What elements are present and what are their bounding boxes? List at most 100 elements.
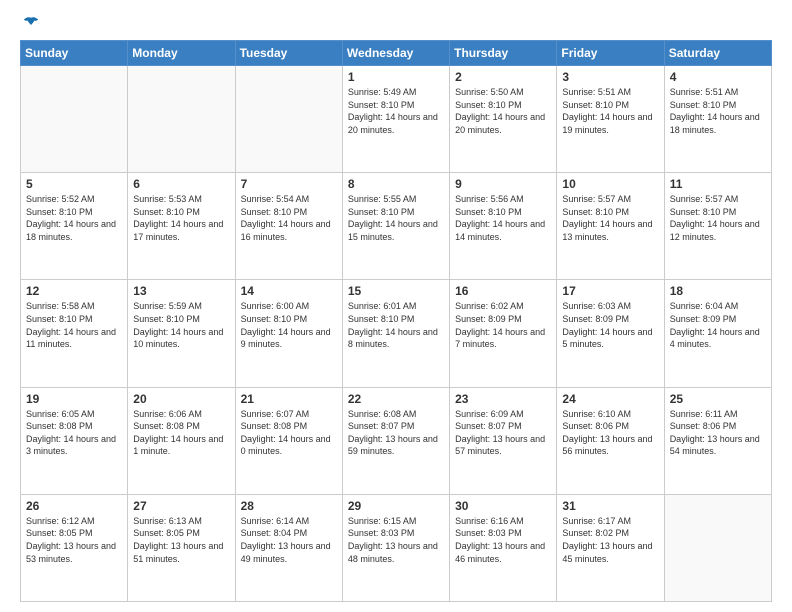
day-number: 29	[348, 499, 444, 513]
day-number: 12	[26, 284, 122, 298]
page: SundayMondayTuesdayWednesdayThursdayFrid…	[0, 0, 792, 612]
day-info: Sunrise: 5:54 AM Sunset: 8:10 PM Dayligh…	[241, 193, 337, 243]
day-number: 27	[133, 499, 229, 513]
day-number: 22	[348, 392, 444, 406]
day-info: Sunrise: 5:53 AM Sunset: 8:10 PM Dayligh…	[133, 193, 229, 243]
day-info: Sunrise: 5:50 AM Sunset: 8:10 PM Dayligh…	[455, 86, 551, 136]
day-info: Sunrise: 5:51 AM Sunset: 8:10 PM Dayligh…	[562, 86, 658, 136]
calendar-cell: 17Sunrise: 6:03 AM Sunset: 8:09 PM Dayli…	[557, 280, 664, 387]
week-row-4: 19 Sunrise: 6:05 AM Sunset: 8:08 PM Dayli…	[21, 387, 772, 494]
day-number: 14	[241, 284, 337, 298]
day-info: Sunrise: 6:05 AM Sunset: 8:08 PM Dayligh…	[26, 408, 122, 458]
weekday-header-row: SundayMondayTuesdayWednesdayThursdayFrid…	[21, 41, 772, 66]
week-row-1: 1Sunrise: 5:49 AM Sunset: 8:10 PM Daylig…	[21, 66, 772, 173]
calendar-cell: 14 Sunrise: 6:00 AM Sunset: 8:10 PM Dayli…	[235, 280, 342, 387]
calendar-cell: 11 Sunrise: 5:57 AM Sunset: 8:10 PM Dayli…	[664, 173, 771, 280]
weekday-header-thursday: Thursday	[450, 41, 557, 66]
day-number: 23	[455, 392, 551, 406]
calendar-cell: 19 Sunrise: 6:05 AM Sunset: 8:08 PM Dayli…	[21, 387, 128, 494]
calendar-cell: 22Sunrise: 6:08 AM Sunset: 8:07 PM Dayli…	[342, 387, 449, 494]
day-info: Sunrise: 6:06 AM Sunset: 8:08 PM Dayligh…	[133, 408, 229, 458]
day-info: Sunrise: 6:04 AM Sunset: 8:09 PM Dayligh…	[670, 300, 766, 350]
calendar-cell: 7 Sunrise: 5:54 AM Sunset: 8:10 PM Daylig…	[235, 173, 342, 280]
day-number: 5	[26, 177, 122, 191]
calendar-cell: 16 Sunrise: 6:02 AM Sunset: 8:09 PM Dayli…	[450, 280, 557, 387]
day-number: 31	[562, 499, 658, 513]
day-number: 15	[348, 284, 444, 298]
calendar-cell: 15 Sunrise: 6:01 AM Sunset: 8:10 PM Dayli…	[342, 280, 449, 387]
day-number: 19	[26, 392, 122, 406]
calendar-cell: 3 Sunrise: 5:51 AM Sunset: 8:10 PM Daylig…	[557, 66, 664, 173]
day-info: Sunrise: 6:17 AM Sunset: 8:02 PM Dayligh…	[562, 515, 658, 565]
calendar-cell: 20Sunrise: 6:06 AM Sunset: 8:08 PM Dayli…	[128, 387, 235, 494]
calendar-cell: 29Sunrise: 6:15 AM Sunset: 8:03 PM Dayli…	[342, 494, 449, 601]
day-info: Sunrise: 6:00 AM Sunset: 8:10 PM Dayligh…	[241, 300, 337, 350]
day-info: Sunrise: 5:57 AM Sunset: 8:10 PM Dayligh…	[562, 193, 658, 243]
day-info: Sunrise: 5:58 AM Sunset: 8:10 PM Dayligh…	[26, 300, 122, 350]
day-info: Sunrise: 5:57 AM Sunset: 8:10 PM Dayligh…	[670, 193, 766, 243]
day-number: 21	[241, 392, 337, 406]
day-info: Sunrise: 6:02 AM Sunset: 8:09 PM Dayligh…	[455, 300, 551, 350]
day-number: 2	[455, 70, 551, 84]
day-info: Sunrise: 5:59 AM Sunset: 8:10 PM Dayligh…	[133, 300, 229, 350]
day-info: Sunrise: 6:16 AM Sunset: 8:03 PM Dayligh…	[455, 515, 551, 565]
day-info: Sunrise: 6:01 AM Sunset: 8:10 PM Dayligh…	[348, 300, 444, 350]
day-number: 30	[455, 499, 551, 513]
day-info: Sunrise: 5:51 AM Sunset: 8:10 PM Dayligh…	[670, 86, 766, 136]
calendar-cell: 6 Sunrise: 5:53 AM Sunset: 8:10 PM Daylig…	[128, 173, 235, 280]
day-number: 26	[26, 499, 122, 513]
day-info: Sunrise: 5:56 AM Sunset: 8:10 PM Dayligh…	[455, 193, 551, 243]
day-number: 6	[133, 177, 229, 191]
day-info: Sunrise: 6:11 AM Sunset: 8:06 PM Dayligh…	[670, 408, 766, 458]
day-number: 24	[562, 392, 658, 406]
day-info: Sunrise: 5:55 AM Sunset: 8:10 PM Dayligh…	[348, 193, 444, 243]
calendar-cell: 25Sunrise: 6:11 AM Sunset: 8:06 PM Dayli…	[664, 387, 771, 494]
weekday-header-tuesday: Tuesday	[235, 41, 342, 66]
day-number: 4	[670, 70, 766, 84]
day-number: 8	[348, 177, 444, 191]
calendar-cell: 5 Sunrise: 5:52 AM Sunset: 8:10 PM Daylig…	[21, 173, 128, 280]
day-number: 28	[241, 499, 337, 513]
day-number: 3	[562, 70, 658, 84]
day-info: Sunrise: 6:07 AM Sunset: 8:08 PM Dayligh…	[241, 408, 337, 458]
calendar-cell: 9 Sunrise: 5:56 AM Sunset: 8:10 PM Daylig…	[450, 173, 557, 280]
day-info: Sunrise: 6:12 AM Sunset: 8:05 PM Dayligh…	[26, 515, 122, 565]
day-info: Sunrise: 5:52 AM Sunset: 8:10 PM Dayligh…	[26, 193, 122, 243]
calendar-cell	[21, 66, 128, 173]
calendar-cell	[128, 66, 235, 173]
logo-text	[20, 16, 40, 34]
weekday-header-wednesday: Wednesday	[342, 41, 449, 66]
day-info: Sunrise: 6:13 AM Sunset: 8:05 PM Dayligh…	[133, 515, 229, 565]
day-info: Sunrise: 6:10 AM Sunset: 8:06 PM Dayligh…	[562, 408, 658, 458]
day-number: 9	[455, 177, 551, 191]
calendar-cell: 1Sunrise: 5:49 AM Sunset: 8:10 PM Daylig…	[342, 66, 449, 173]
calendar-cell: 24 Sunrise: 6:10 AM Sunset: 8:06 PM Dayli…	[557, 387, 664, 494]
weekday-header-friday: Friday	[557, 41, 664, 66]
calendar-cell: 13 Sunrise: 5:59 AM Sunset: 8:10 PM Dayli…	[128, 280, 235, 387]
calendar-cell: 4 Sunrise: 5:51 AM Sunset: 8:10 PM Daylig…	[664, 66, 771, 173]
week-row-2: 5 Sunrise: 5:52 AM Sunset: 8:10 PM Daylig…	[21, 173, 772, 280]
calendar-cell	[235, 66, 342, 173]
calendar-table: SundayMondayTuesdayWednesdayThursdayFrid…	[20, 40, 772, 602]
day-number: 10	[562, 177, 658, 191]
day-number: 18	[670, 284, 766, 298]
calendar-cell: 23Sunrise: 6:09 AM Sunset: 8:07 PM Dayli…	[450, 387, 557, 494]
calendar-cell: 8 Sunrise: 5:55 AM Sunset: 8:10 PM Daylig…	[342, 173, 449, 280]
week-row-3: 12 Sunrise: 5:58 AM Sunset: 8:10 PM Dayli…	[21, 280, 772, 387]
header	[20, 16, 772, 30]
weekday-header-monday: Monday	[128, 41, 235, 66]
day-number: 11	[670, 177, 766, 191]
calendar-cell: 18 Sunrise: 6:04 AM Sunset: 8:09 PM Dayli…	[664, 280, 771, 387]
logo	[20, 16, 40, 30]
week-row-5: 26 Sunrise: 6:12 AM Sunset: 8:05 PM Dayli…	[21, 494, 772, 601]
day-info: Sunrise: 6:14 AM Sunset: 8:04 PM Dayligh…	[241, 515, 337, 565]
day-number: 16	[455, 284, 551, 298]
day-number: 13	[133, 284, 229, 298]
calendar-cell: 28 Sunrise: 6:14 AM Sunset: 8:04 PM Dayli…	[235, 494, 342, 601]
day-info: Sunrise: 5:49 AM Sunset: 8:10 PM Dayligh…	[348, 86, 444, 136]
calendar-cell: 2 Sunrise: 5:50 AM Sunset: 8:10 PM Daylig…	[450, 66, 557, 173]
weekday-header-saturday: Saturday	[664, 41, 771, 66]
calendar-cell	[664, 494, 771, 601]
day-number: 7	[241, 177, 337, 191]
calendar-cell: 10 Sunrise: 5:57 AM Sunset: 8:10 PM Dayli…	[557, 173, 664, 280]
